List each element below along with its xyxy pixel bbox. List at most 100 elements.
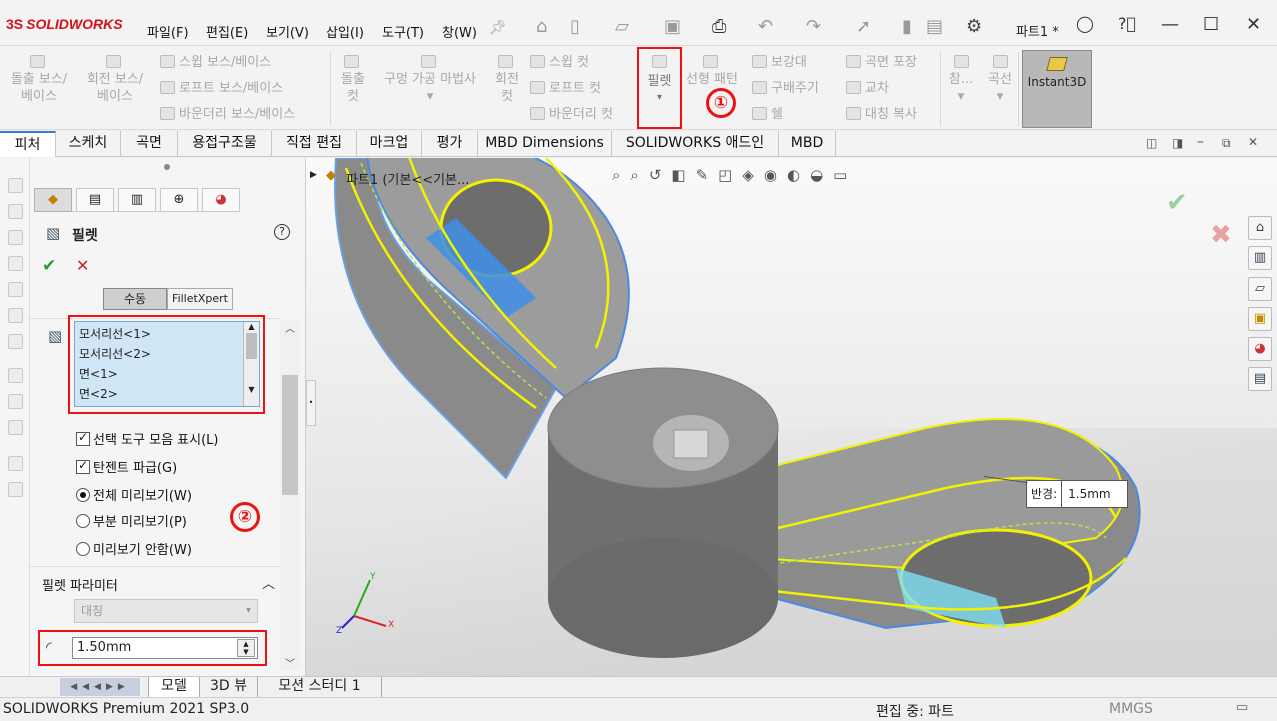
display-style-icon[interactable]: ◈ [742,166,764,184]
manual-tab[interactable]: 수동 [103,288,167,310]
maximize-button[interactable]: ☐ [1203,14,1219,35]
revolved-boss-button[interactable]: 회전 보스/ 베이스 [84,54,146,105]
list-item[interactable]: 모서리선<2> [79,344,255,364]
unit-system[interactable]: MMGS [1109,701,1153,717]
options-gear-icon[interactable]: ⚙ [966,16,982,37]
mirror-button[interactable]: 대칭 복사 [846,106,917,123]
menu-file[interactable]: 파일(F) [147,22,189,41]
extruded-cut-button[interactable]: 돌출 컷 [336,54,370,105]
tab-direct-editing[interactable]: 직접 편집 [272,131,357,157]
feature-tree-flyout[interactable]: 파트1 (기본<<기본... [346,169,469,188]
zoom-area-icon[interactable]: ⌕ [630,166,648,184]
property-icon[interactable] [8,204,23,219]
redo-icon[interactable]: ↷ [806,16,821,37]
menu-window[interactable]: 창(W) [442,22,477,41]
part-model[interactable] [306,158,1277,676]
swept-boss-button[interactable]: 스윕 보스/베이스 [160,54,271,71]
help-icon[interactable]: ? [274,224,290,240]
display-icon[interactable] [8,282,23,297]
task-pane-custom-properties-icon[interactable]: ▤ [1248,367,1272,391]
pm-scrollbar[interactable]: ︿ ﹀ [280,320,300,670]
boundary-cut-button[interactable]: 바운더리 컷 [530,106,613,123]
collapse-chevron-icon[interactable]: ︿ [262,573,275,592]
fillet-type-select[interactable]: 대칭 ▾ [74,599,258,623]
doc-restore-button[interactable]: ⧉ [1222,136,1231,151]
feature-tree-icon[interactable] [8,178,23,193]
print-icon[interactable]: ⎙ [712,16,726,37]
linear-pattern-button[interactable]: 선형 패턴 [682,54,742,88]
radius-spinner[interactable]: ▲ ▼ [237,639,255,657]
boundary-boss-button[interactable]: 바운더리 보스/베이스 [160,106,295,123]
dimxpert-tab-icon[interactable]: ⊕ [160,188,198,212]
lofted-boss-button[interactable]: 로프트 보스/베이스 [160,80,283,97]
scroll-down-icon[interactable]: ﹀ [280,655,300,670]
radius-input[interactable]: 1.50mm ▲ ▼ [72,637,258,659]
tab-sketch[interactable]: 스케치 [56,131,121,157]
configuration-icon[interactable] [8,230,23,245]
solidworks-logo[interactable]: 3S SOLIDWORKS [6,16,123,32]
menu-insert[interactable]: 삽입(I) [326,22,364,41]
previous-view-icon[interactable]: ↺ [649,166,672,184]
save-icon[interactable]: ▣ [664,16,681,37]
tab-markup[interactable]: 마크업 [357,131,422,157]
confirm-check-icon[interactable]: ✔ [1166,188,1188,218]
no-preview-radio[interactable]: 미리보기 안함(W) [76,539,192,558]
panel-collapse-handle[interactable]: • [306,380,316,426]
show-selection-toolbar-checkbox[interactable]: 선택 도구 모음 표시(L) [76,429,218,448]
shell-button[interactable]: 쉘 [752,106,783,123]
undo-icon[interactable]: ↶ [758,16,773,37]
graphics-viewport[interactable]: X Y Z ▶ ◆ 파트1 (기본<<기본... ⌕⌕↺◧✎◰◈◉◐◒▭ ✔ ✖… [306,158,1277,676]
property-manager-tab-icon[interactable]: ▤ [76,188,114,212]
copy-icon[interactable] [8,456,23,471]
zoom-to-fit-icon[interactable]: ⌕ [612,166,630,184]
panel-restore-icon[interactable]: ◫ [1146,136,1157,150]
view-settings-icon[interactable]: ▭ [833,166,857,184]
cam-icon[interactable] [8,308,23,323]
panel-split-icon[interactable]: ◨ [1172,136,1183,150]
section-view-icon[interactable]: ◧ [671,166,695,184]
appearance-icon[interactable]: ◐ [787,166,810,184]
pin-icon[interactable]: 📌︎ [489,20,507,36]
tab-solidworks-addins[interactable]: SOLIDWORKS 애드인 [612,131,779,157]
pm-scroll-thumb[interactable] [282,375,298,495]
scroll-up-icon[interactable]: ︿ [280,320,300,335]
full-preview-radio[interactable]: 전체 미리보기(W) [76,485,192,504]
extruded-boss-button[interactable]: 돌출 보스/ 베이스 [10,54,68,105]
list-item[interactable]: 면<1> [79,364,255,384]
draft-button[interactable]: 구배주기 [752,80,819,97]
list-scrollbar[interactable]: ▲ ▼ [243,322,259,406]
tab-mbd-dimensions[interactable]: MBD Dimensions [478,131,612,157]
list-item[interactable]: 면<2> [79,384,255,404]
scroll-thumb[interactable] [246,333,257,359]
close-button[interactable]: ✕ [1246,14,1261,35]
tab-surfaces[interactable]: 곡면 [121,131,178,157]
select-icon[interactable]: ➚ [856,16,871,37]
list-item[interactable]: 모서리선<1> [79,324,255,344]
task-pane-appearances-icon[interactable]: ◕ [1248,337,1272,361]
home-icon[interactable]: ⌂ [536,16,547,37]
heads-up-view-toolbar[interactable]: ⌕⌕↺◧✎◰◈◉◐◒▭ [612,166,857,184]
task-pane-resources-icon[interactable]: ▥ [1248,246,1272,270]
open-file-icon[interactable]: ▱ [615,16,629,37]
expand-tree-icon[interactable]: ▶ [310,170,317,180]
cancel-x-icon[interactable]: ✖ [1210,220,1232,250]
partial-preview-radio[interactable]: 부분 미리보기(P) [76,511,187,530]
fillet-parameters-header[interactable]: 필렛 파라미터 [42,575,118,594]
menu-tools[interactable]: 도구(T) [382,22,424,41]
sketch-tool-icon[interactable] [8,368,23,383]
menu-edit[interactable]: 편집(E) [206,22,248,41]
edit-icon[interactable] [8,394,23,409]
panel-grip-icon[interactable] [164,164,170,170]
user-icon[interactable]: ◯ [1076,14,1094,33]
tab-mbd[interactable]: MBD [779,131,836,157]
view-icon[interactable] [8,420,23,435]
status-info-icon[interactable]: ▭ [1236,700,1248,715]
lofted-cut-button[interactable]: 로프트 컷 [530,80,601,97]
help-icon[interactable]: ?⃝ [1118,14,1136,33]
file-properties-icon[interactable]: ▤ [926,16,943,37]
revolved-cut-button[interactable]: 회전 컷 [490,54,524,105]
scroll-up-icon[interactable]: ▲ [244,322,259,331]
wrap-button[interactable]: 곡면 포장 [846,54,917,71]
dimxpert-icon[interactable] [8,256,23,271]
minimize-button[interactable]: — [1161,14,1179,35]
